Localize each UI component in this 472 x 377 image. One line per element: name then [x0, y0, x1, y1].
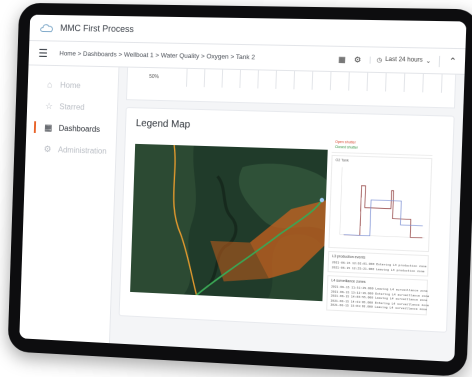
o2-chart: O2 Tank — [328, 155, 432, 252]
sidebar-item-label: Home — [60, 80, 81, 89]
right-panel: Open shutter Closed shutter O2 Tank L3 p… — [326, 138, 433, 315]
dashboards-icon: ▦ — [43, 122, 53, 133]
panel-value: 50% — [149, 74, 159, 80]
breadcrumb[interactable]: Home > Dashboards > Wellboat 1 > Water Q… — [59, 50, 338, 63]
home-icon: ⌂ — [45, 79, 55, 89]
gear-icon: ⚙ — [43, 143, 53, 154]
sidebar-item-dashboards[interactable]: ▦ Dashboards — [26, 116, 117, 140]
clock-icon: ◷ — [377, 56, 383, 63]
cloud-logo-icon — [39, 22, 55, 34]
sidebar: ⌂ Home ☆ Starred ▦ Dashboards ⚙ Administ… — [19, 65, 119, 343]
save-icon[interactable]: ▦ — [338, 54, 346, 63]
dashboard-content: 50% Legend Map Open shutter Closed shutt… — [110, 67, 465, 362]
hamburger-menu-icon[interactable]: ☰ — [38, 47, 50, 60]
shutter-status: Open shutter Closed shutter — [332, 138, 433, 156]
o2-chart-plot — [329, 156, 431, 251]
legend-map-panel: Legend Map Open shutter Closed shutter O… — [119, 107, 455, 333]
panel-title: Legend Map — [136, 118, 191, 130]
app-title: MMC First Process — [60, 23, 134, 34]
surveillance-zones-log: L4 surveillance zones 2021-06-15 11:51:2… — [326, 275, 428, 315]
satellite-map[interactable] — [130, 144, 328, 301]
sidebar-item-home[interactable]: ⌂ Home — [28, 73, 119, 97]
sidebar-item-label: Administration — [58, 145, 107, 155]
app-screen: MMC First Process ☰ Home > Dashboards > … — [19, 15, 466, 362]
settings-gear-icon[interactable]: ⚙ — [354, 55, 362, 64]
sidebar-item-starred[interactable]: ☆ Starred — [27, 95, 118, 119]
production-events-log: L3 production events 2021-06-15 12:02:01… — [327, 251, 428, 277]
time-range-picker[interactable]: ◷ Last 24 hours ⌄ — [369, 56, 431, 64]
tablet-frame: MMC First Process ☰ Home > Dashboards > … — [8, 3, 472, 377]
map-layer — [130, 144, 328, 301]
sidebar-item-label: Dashboards — [59, 123, 101, 133]
chart-label: O2 Tank — [335, 158, 348, 162]
star-icon: ☆ — [44, 100, 54, 111]
chevron-down-icon: ⌄ — [426, 57, 431, 64]
sidebar-item-label: Starred — [59, 102, 84, 111]
collapse-chevron-up-icon[interactable]: ⌃ — [439, 55, 457, 67]
time-range-label: Last 24 hours — [385, 57, 423, 64]
oxygen-panel: 50% — [126, 68, 456, 109]
nav-actions: ▦ ⚙ ◷ Last 24 hours ⌄ ⌃ — [338, 53, 457, 67]
sidebar-item-administration[interactable]: ⚙ Administration — [25, 138, 116, 162]
